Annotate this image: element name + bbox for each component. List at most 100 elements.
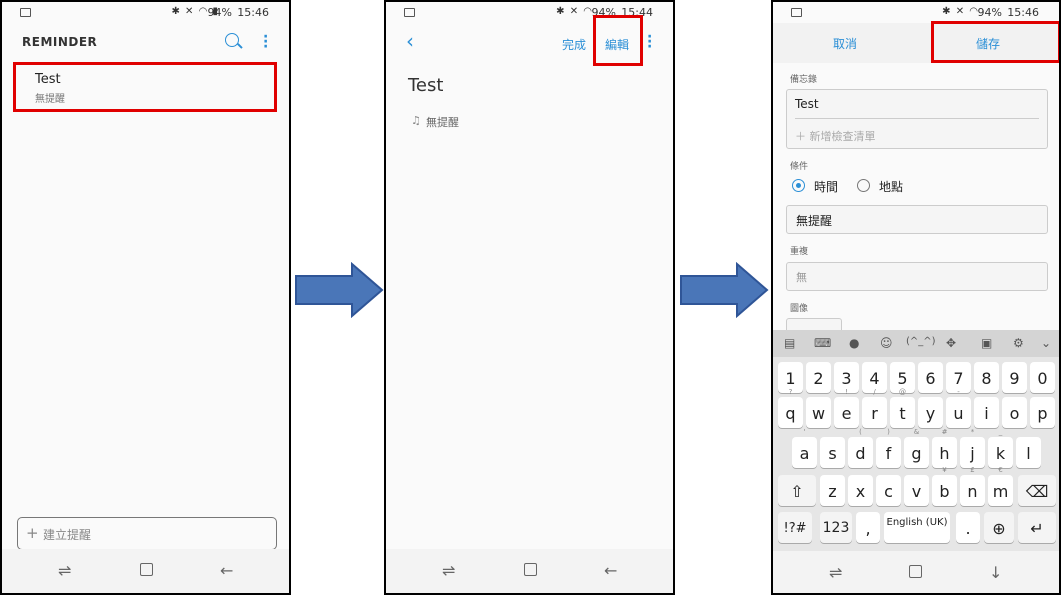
- space-key[interactable]: English (UK): [884, 512, 950, 543]
- numbers-key-label: 123: [822, 520, 850, 536]
- key-m-label: m: [992, 482, 1009, 501]
- key-i[interactable]: i: [974, 397, 999, 428]
- backspace-key[interactable]: ⌫: [1018, 475, 1056, 506]
- key-6[interactable]: 6: [918, 362, 943, 393]
- recent-apps-icon[interactable]: ⇌: [829, 563, 842, 582]
- symbols-key[interactable]: !?#: [778, 512, 812, 543]
- memo-input-value[interactable]: Test: [795, 97, 819, 111]
- key-hint: !: [845, 388, 848, 396]
- key-m[interactable]: m €: [988, 466, 1013, 506]
- key-t[interactable]: t @: [890, 388, 915, 428]
- recent-apps-icon[interactable]: ⇌: [58, 561, 71, 580]
- settings-gear-icon[interactable]: ⚙: [1013, 336, 1024, 350]
- key-d[interactable]: d(: [848, 428, 873, 468]
- key-g[interactable]: g &: [904, 428, 929, 468]
- key-r-label: r: [871, 404, 878, 423]
- cancel-button[interactable]: 取消: [833, 35, 857, 52]
- chevron-down-icon[interactable]: ⌄: [1041, 336, 1051, 350]
- create-reminder-placeholder: 建立提醒: [43, 528, 92, 542]
- recent-apps-icon[interactable]: ⇌: [442, 561, 455, 580]
- key-c[interactable]: c: [876, 475, 901, 506]
- key-u-label: u: [953, 404, 964, 423]
- screen-reminder-list: ✱ ✕ ◠ ▮ 94% 15:46 REMINDER · · · Test 無提醒 …: [0, 0, 291, 595]
- key-8[interactable]: 8: [974, 362, 999, 393]
- key-b[interactable]: b ¥: [932, 466, 957, 506]
- key-e-label: e: [841, 404, 852, 423]
- key-hint: #: [941, 428, 948, 436]
- period-key[interactable]: .: [956, 512, 980, 543]
- key-2[interactable]: 2: [806, 362, 831, 393]
- battery-text: 94%: [207, 6, 232, 19]
- highlight-box: [13, 62, 277, 112]
- key-y[interactable]: y: [918, 397, 943, 428]
- key-z[interactable]: z: [820, 475, 845, 506]
- more-options-icon[interactable]: · · ·: [263, 30, 268, 54]
- globe-icon[interactable]: ⊕: [984, 512, 1014, 543]
- create-reminder-input[interactable]: + 建立提醒: [17, 517, 277, 550]
- gallery-icon: [404, 8, 415, 17]
- key-n[interactable]: n £: [960, 466, 985, 506]
- emoji-icon[interactable]: ☺: [880, 336, 893, 350]
- add-checklist-button[interactable]: ＋ 新增檢查清單: [795, 128, 876, 144]
- key-p[interactable]: p: [1030, 397, 1055, 428]
- home-icon[interactable]: [524, 563, 537, 576]
- cursor-move-icon[interactable]: ✥: [946, 336, 956, 350]
- key-f[interactable]: f): [876, 428, 901, 468]
- comma-key[interactable]: ,: [856, 512, 880, 543]
- search-icon[interactable]: [225, 33, 239, 47]
- key-v[interactable]: v: [904, 475, 929, 506]
- key-g-label: g: [911, 444, 922, 463]
- key-hint: -: [957, 388, 960, 396]
- kaomoji-button[interactable]: (^_^): [906, 336, 936, 347]
- highlight-box: [593, 15, 643, 66]
- hide-keyboard-icon[interactable]: ↓: [989, 563, 1002, 582]
- status-icons: ✱ ✕ ◠: [556, 6, 593, 17]
- key-hint: €: [998, 466, 1003, 474]
- back-chevron-icon[interactable]: ‹: [406, 29, 414, 53]
- more-options-icon[interactable]: · · ·: [647, 30, 652, 54]
- repeat-select-value: 無: [796, 271, 807, 284]
- key-hint: @: [899, 388, 906, 396]
- key-hint: £: [970, 466, 975, 474]
- key-9[interactable]: 9: [1002, 362, 1027, 393]
- memo-field[interactable]: Test ＋ 新增檢查清單: [786, 89, 1048, 149]
- repeat-select[interactable]: 無: [786, 262, 1048, 291]
- screen-reminder-detail: ✱ ✕ ◠ 94% 15:44 ‹ 完成 編輯 · · · Test ♫ 無提醒 ⇌…: [384, 0, 675, 595]
- key-d-label: d: [855, 444, 866, 463]
- key-r[interactable]: r /: [862, 388, 887, 428]
- key-o[interactable]: o: [1002, 397, 1027, 428]
- key-s[interactable]: s: [820, 437, 845, 468]
- key-q-label: q: [785, 404, 796, 423]
- key-a[interactable]: a ': [792, 428, 817, 468]
- home-icon[interactable]: [140, 563, 153, 576]
- gallery-icon: [791, 8, 802, 17]
- shift-key[interactable]: ⇧: [778, 475, 816, 506]
- numbers-key[interactable]: 123: [820, 512, 852, 543]
- key-u[interactable]: u-: [946, 388, 971, 428]
- clipboard-icon[interactable]: ▤: [784, 336, 795, 350]
- symbols-key-label: !?#: [783, 521, 807, 536]
- key-hint: /: [873, 388, 876, 396]
- key-w[interactable]: w: [806, 397, 831, 428]
- back-icon[interactable]: ←: [604, 561, 617, 580]
- status-bar: ✱ ✕ ◠ 94% 15:46: [773, 6, 1059, 22]
- radio-place[interactable]: [857, 179, 870, 192]
- key-n-label: n: [967, 482, 978, 501]
- reminder-select[interactable]: 無提醒: [786, 205, 1048, 234]
- enter-key[interactable]: ↵: [1018, 512, 1056, 543]
- key-hint: ): [887, 428, 890, 436]
- key-x[interactable]: x: [848, 475, 873, 506]
- arrow-right-icon: [680, 262, 769, 318]
- home-icon[interactable]: [909, 565, 922, 578]
- radio-time[interactable]: [792, 179, 805, 192]
- microphone-icon[interactable]: ●: [849, 336, 859, 350]
- key-z-label: z: [828, 482, 837, 501]
- key-q[interactable]: q?: [778, 388, 803, 428]
- keyboard-icon[interactable]: ⌨: [814, 336, 831, 350]
- key-0[interactable]: 0: [1030, 362, 1055, 393]
- done-button[interactable]: 完成: [562, 36, 586, 53]
- key-e[interactable]: e!: [834, 388, 859, 428]
- key-l[interactable]: l: [1016, 437, 1041, 468]
- back-icon[interactable]: ←: [220, 561, 233, 580]
- one-hand-icon[interactable]: ▣: [981, 336, 992, 350]
